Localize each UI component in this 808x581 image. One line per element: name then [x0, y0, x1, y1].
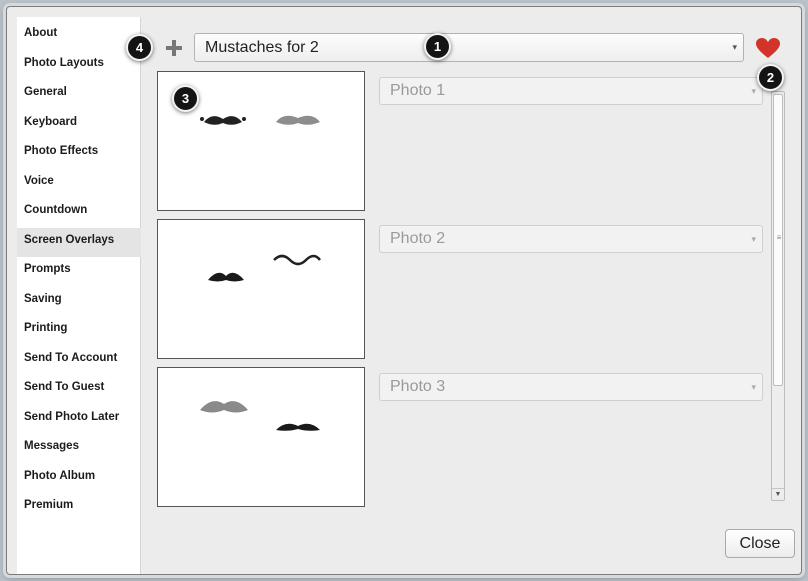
callout-badge-1: 1: [424, 33, 451, 60]
callout-badge-3: 3: [172, 85, 199, 112]
sidebar: About Photo Layouts General Keyboard Pho…: [17, 17, 141, 574]
close-button[interactable]: Close: [725, 529, 795, 558]
vertical-scrollbar[interactable]: ≡ ▼: [771, 91, 785, 501]
chevron-down-icon: ▾: [751, 234, 756, 244]
sidebar-item-photo-layouts[interactable]: Photo Layouts: [17, 51, 141, 80]
grip-icon: ≡: [776, 233, 782, 242]
sidebar-item-photo-effects[interactable]: Photo Effects: [17, 139, 141, 168]
sidebar-item-photo-album[interactable]: Photo Album: [17, 464, 141, 493]
scrollbar-thumb[interactable]: ≡: [773, 94, 783, 386]
mustache-overlay-preview: [208, 254, 321, 282]
sidebar-item-saving[interactable]: Saving: [17, 287, 141, 316]
chevron-down-icon: ▾: [751, 382, 756, 392]
photo-3-select[interactable]: Photo 3 ▾: [379, 373, 763, 401]
photo-thumbnail-3[interactable]: [157, 367, 365, 507]
sidebar-item-send-to-guest[interactable]: Send To Guest: [17, 375, 141, 404]
sidebar-item-prompts[interactable]: Prompts: [17, 257, 141, 286]
sidebar-item-send-photo-later[interactable]: Send Photo Later: [17, 405, 141, 434]
photos-list[interactable]: Photo 1 ▾ Photo 2 ▾ Photo 3 ▾: [157, 71, 777, 507]
heart-icon[interactable]: [755, 37, 781, 59]
sidebar-item-send-to-account[interactable]: Send To Account: [17, 346, 141, 375]
photo-1-select[interactable]: Photo 1 ▾: [379, 77, 763, 105]
sidebar-item-voice[interactable]: Voice: [17, 169, 141, 198]
scroll-down-icon[interactable]: ▼: [772, 488, 784, 500]
layout-select[interactable]: Mustaches for 2 ▾: [194, 33, 744, 62]
callout-badge-2: 2: [757, 64, 784, 91]
sidebar-item-about[interactable]: About: [17, 21, 141, 50]
preferences-window: About Photo Layouts General Keyboard Pho…: [6, 6, 802, 575]
sidebar-item-screen-overlays[interactable]: Screen Overlays: [17, 228, 141, 257]
sidebar-item-keyboard[interactable]: Keyboard: [17, 110, 141, 139]
add-layout-button[interactable]: [163, 37, 185, 59]
sidebar-item-general[interactable]: General: [17, 80, 141, 109]
photo-1-select-value: Photo 1: [390, 82, 446, 99]
photo-2-select[interactable]: Photo 2 ▾: [379, 225, 763, 253]
sidebar-item-printing[interactable]: Printing: [17, 316, 141, 345]
sidebar-item-messages[interactable]: Messages: [17, 434, 141, 463]
plus-icon: [166, 40, 182, 56]
chevron-down-icon: ▾: [732, 42, 737, 52]
sidebar-item-countdown[interactable]: Countdown: [17, 198, 141, 227]
photo-thumbnail-2[interactable]: [157, 219, 365, 359]
photo-2-select-value: Photo 2: [390, 230, 446, 247]
layout-select-value: Mustaches for 2: [205, 39, 319, 56]
sidebar-item-premium[interactable]: Premium: [17, 493, 141, 522]
chevron-down-icon: ▾: [751, 86, 756, 96]
main-panel: Mustaches for 2 ▾ Photo 1 ▾ Photo 2 ▾ Ph…: [126, 7, 801, 574]
callout-badge-4: 4: [126, 34, 153, 61]
mustache-overlay-preview: [200, 401, 320, 431]
photo-3-select-value: Photo 3: [390, 378, 446, 395]
